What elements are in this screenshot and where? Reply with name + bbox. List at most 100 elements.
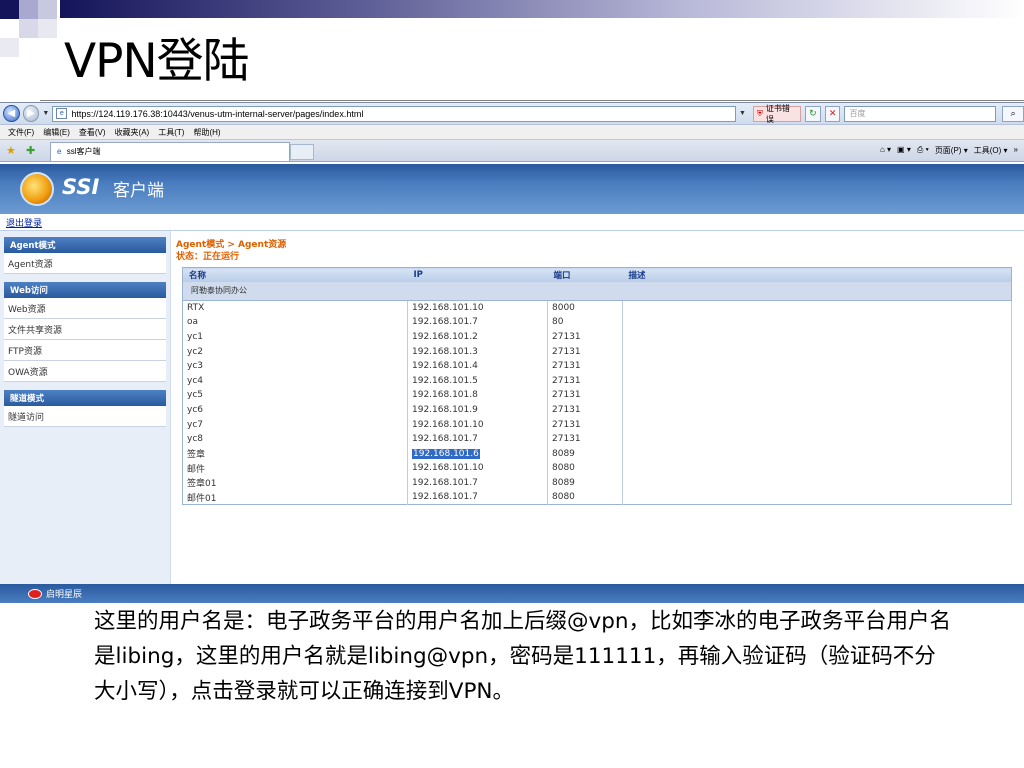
- table-row[interactable]: oa 192.168.101.7 80: [182, 315, 1012, 330]
- cell-port: 27131: [547, 329, 623, 345]
- table-row[interactable]: yc1 192.168.101.2 27131: [182, 329, 1012, 345]
- cell-ip: 192.168.101.7: [407, 475, 548, 491]
- col-header-port: 端口: [547, 267, 623, 282]
- cell-port: 27131: [547, 417, 623, 432]
- cell-ip: 192.168.101.7: [407, 490, 548, 505]
- cell-port: 8089: [547, 475, 623, 491]
- table-row[interactable]: yc8 192.168.101.7 27131: [182, 431, 1012, 447]
- sidebar-item-file-share[interactable]: 文件共享资源: [4, 319, 166, 340]
- print-icon[interactable]: ⎙ ▾: [917, 145, 929, 156]
- table-row[interactable]: 签章01 192.168.101.7 8089: [182, 475, 1012, 491]
- table-row[interactable]: yc7 192.168.101.10 27131: [182, 417, 1012, 432]
- cell-name: yc3: [182, 358, 408, 374]
- table-row[interactable]: yc4 192.168.101.5 27131: [182, 373, 1012, 389]
- tab-ssl-client[interactable]: e ssl客户端: [50, 142, 290, 161]
- title-divider: [40, 100, 1024, 101]
- sidebar-group-agent[interactable]: Agent模式: [4, 237, 166, 253]
- deco-square: [0, 0, 19, 19]
- new-tab-button[interactable]: [290, 144, 314, 160]
- sidebar-item-owa[interactable]: OWA资源: [4, 361, 166, 382]
- menu-help[interactable]: 帮助(H): [193, 127, 220, 138]
- history-dropdown-icon[interactable]: ▼: [42, 110, 49, 117]
- sidebar-group-tunnel[interactable]: 隧道模式: [4, 390, 166, 406]
- page-menu[interactable]: 页面(P) ▾: [935, 145, 968, 156]
- cell-desc: [622, 329, 1012, 345]
- command-bar: ⌂ ▾ ▣ ▾ ⎙ ▾ 页面(P) ▾ 工具(O) ▾ »: [880, 145, 1018, 156]
- deco-square: [38, 0, 57, 19]
- cell-name: yc2: [182, 344, 408, 359]
- cell-port: 80: [547, 315, 623, 330]
- cell-name: yc1: [182, 329, 408, 345]
- cell-ip: 192.168.101.7: [407, 431, 548, 447]
- main-content: Agent模式 > Agent资源 状态：正在运行 名称 IP 端口 描述 阿勒…: [171, 231, 1024, 584]
- table-row[interactable]: yc3 192.168.101.4 27131: [182, 358, 1012, 374]
- cell-port: 27131: [547, 344, 623, 359]
- address-bar[interactable]: e https://124.119.176.38:10443/venus-utm…: [52, 105, 736, 122]
- add-favorite-icon[interactable]: ✚: [26, 144, 35, 157]
- forward-button[interactable]: ▶: [22, 105, 40, 122]
- cell-name-text: yc8: [187, 434, 204, 445]
- table-row[interactable]: yc6 192.168.101.9 27131: [182, 402, 1012, 418]
- table-row[interactable]: RTX 192.168.101.10 8000: [182, 300, 1012, 316]
- menu-file[interactable]: 文件(F): [8, 127, 34, 138]
- cell-name-text: 邮件: [187, 464, 206, 475]
- group-label: 阿勒泰协同办公: [182, 281, 1012, 301]
- cell-port: 27131: [547, 373, 623, 389]
- cell-name-text: 签章: [187, 450, 206, 461]
- cell-ip-text: 192.168.101.8: [412, 390, 478, 401]
- home-icon[interactable]: ⌂ ▾: [880, 145, 891, 156]
- search-button[interactable]: ⌕: [1002, 105, 1024, 122]
- sidebar-item-ftp[interactable]: FTP资源: [4, 340, 166, 361]
- cell-name: yc5: [182, 388, 408, 403]
- ssl-client-app: SSI 客户端 退出登录 Agent模式 Agent资源 Web访问 Web资源…: [0, 164, 1024, 603]
- cell-ip-text: 192.168.101.5: [412, 375, 478, 386]
- cell-port-text: 27131: [552, 375, 581, 386]
- back-button[interactable]: ◀: [3, 105, 20, 122]
- menu-favorites[interactable]: 收藏夹(A): [115, 127, 150, 138]
- sidebar-item-tunnel-access[interactable]: 隧道访问: [4, 406, 166, 427]
- vendor-logo: 启明星辰: [28, 587, 82, 600]
- cell-port: 8080: [547, 461, 623, 476]
- page-icon: e: [56, 108, 68, 119]
- cell-port-text: 27131: [552, 331, 581, 342]
- cell-name: RTX: [182, 300, 408, 316]
- cell-desc: [622, 373, 1012, 389]
- logout-link[interactable]: 退出登录: [0, 214, 1024, 231]
- app-header: SSI 客户端: [0, 164, 1024, 214]
- vendor-name: 启明星辰: [46, 590, 83, 600]
- cell-desc: [622, 490, 1012, 505]
- search-input[interactable]: 百度: [844, 105, 997, 122]
- table-row[interactable]: yc5 192.168.101.8 27131: [182, 388, 1012, 403]
- url-text: https://124.119.176.38:10443/venus-utm-i…: [71, 108, 364, 119]
- sidebar-item-agent-resources[interactable]: Agent资源: [4, 253, 166, 274]
- cell-desc: [622, 446, 1012, 462]
- deco-square: [19, 19, 38, 38]
- cell-name-text: oa: [187, 317, 199, 328]
- cell-name-text: yc5: [187, 390, 204, 401]
- menu-edit[interactable]: 编辑(E): [43, 127, 70, 138]
- feeds-icon[interactable]: ▣ ▾: [897, 145, 911, 156]
- cell-desc: [622, 461, 1012, 476]
- cell-ip: 192.168.101.6: [407, 446, 548, 462]
- overflow-icon[interactable]: »: [1014, 145, 1018, 156]
- menu-tools[interactable]: 工具(T): [158, 127, 184, 138]
- table-row[interactable]: 签章 192.168.101.6 8089: [182, 446, 1012, 462]
- cell-port-text: 27131: [552, 346, 581, 357]
- tools-menu[interactable]: 工具(O) ▾: [974, 145, 1008, 156]
- cell-port: 8089: [547, 446, 623, 462]
- cell-desc: [622, 417, 1012, 432]
- table-row[interactable]: yc2 192.168.101.3 27131: [182, 344, 1012, 359]
- menu-view[interactable]: 查看(V): [79, 127, 106, 138]
- refresh-button[interactable]: ↻: [805, 105, 821, 122]
- cell-name-text: yc7: [187, 419, 204, 430]
- table-row[interactable]: 邮件01 192.168.101.7 8080: [182, 490, 1012, 505]
- table-row[interactable]: 邮件 192.168.101.10 8080: [182, 461, 1012, 476]
- stop-button[interactable]: ✕: [824, 105, 841, 122]
- cell-port-text: 27131: [552, 390, 581, 401]
- sidebar-group-web[interactable]: Web访问: [4, 282, 166, 298]
- favorites-star-icon[interactable]: ★: [6, 144, 16, 157]
- sidebar-item-web-resources[interactable]: Web资源: [4, 298, 166, 319]
- address-dropdown-icon[interactable]: ▼: [739, 110, 746, 117]
- search-placeholder: 百度: [849, 109, 866, 118]
- cert-error-button[interactable]: ⛨ 证书错误: [752, 104, 802, 124]
